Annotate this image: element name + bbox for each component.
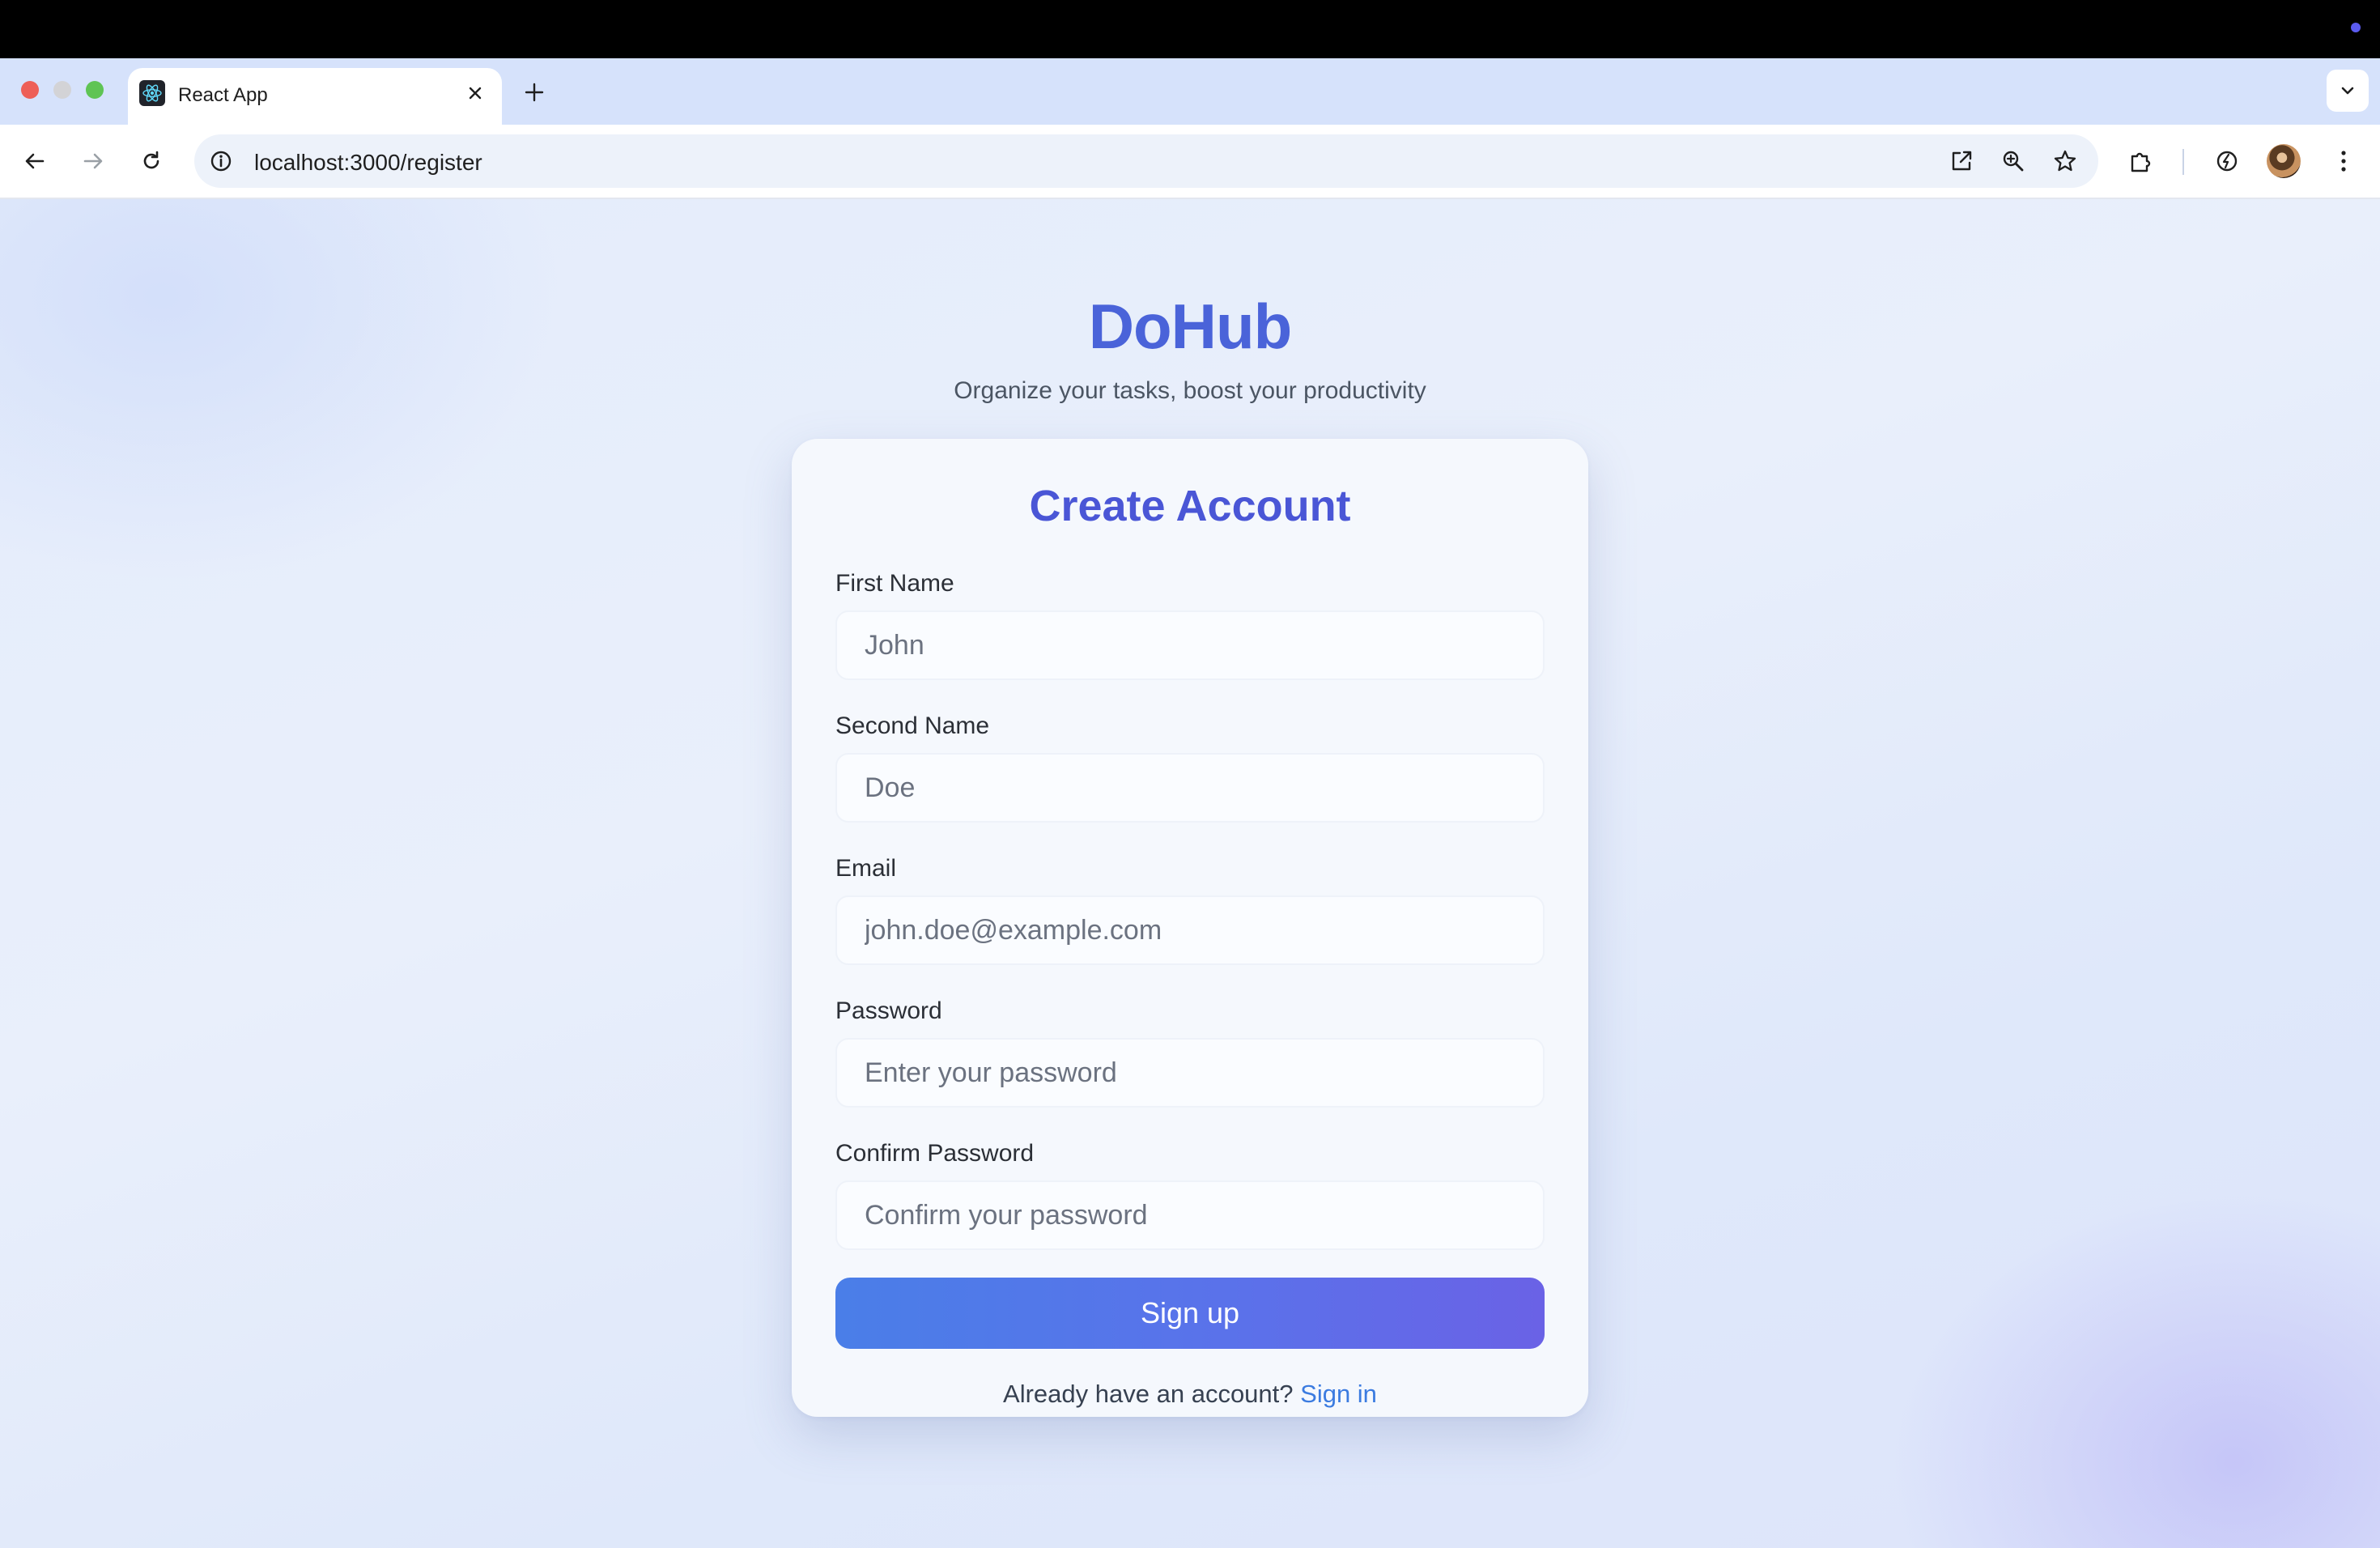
signin-prompt-text: Already have an account? — [1003, 1380, 1294, 1408]
browser-toolbar: localhost:3000/register — [0, 125, 2380, 199]
sign-in-link[interactable]: Sign in — [1300, 1380, 1377, 1408]
sign-up-button[interactable]: Sign up — [835, 1278, 1545, 1349]
browser-tab[interactable]: React App — [128, 68, 502, 125]
first-name-input[interactable] — [835, 610, 1545, 680]
email-label: Email — [835, 855, 897, 882]
site-info-icon[interactable] — [206, 146, 236, 176]
app-logo-title: DoHub — [1088, 291, 1293, 362]
confirm-password-input[interactable] — [835, 1180, 1545, 1250]
password-label: Password — [835, 997, 942, 1024]
extensions-puzzle-icon[interactable] — [2123, 142, 2160, 180]
page-background: DoHub Organize your tasks, boost your pr… — [0, 199, 2380, 1548]
tab-title: React App — [178, 84, 268, 106]
password-input[interactable] — [835, 1038, 1545, 1108]
react-favicon-icon — [139, 80, 165, 106]
first-name-label: First Name — [835, 570, 954, 597]
os-menu-bar — [0, 0, 2380, 58]
bookmark-star-icon[interactable] — [2050, 146, 2080, 176]
confirm-password-label: Confirm Password — [835, 1140, 1035, 1167]
open-in-app-icon[interactable] — [1946, 146, 1977, 176]
toolbar-divider — [2182, 149, 2184, 175]
email-input[interactable] — [835, 895, 1545, 965]
zoom-icon[interactable] — [1998, 146, 2029, 176]
minimize-window-button[interactable] — [53, 81, 71, 99]
status-dot-icon — [2351, 23, 2361, 32]
forward-arrow-icon[interactable] — [74, 142, 112, 180]
kebab-menu-icon[interactable] — [2325, 142, 2362, 180]
back-arrow-icon[interactable] — [16, 142, 53, 180]
register-form: Create Account First Name Second Name Em… — [792, 439, 1588, 1417]
address-bar[interactable]: localhost:3000/register — [194, 134, 2098, 188]
url-text: localhost:3000/register — [254, 150, 482, 175]
form-title: Create Account — [1029, 482, 1351, 530]
second-name-input[interactable] — [835, 753, 1545, 823]
profile-avatar[interactable] — [2267, 144, 2301, 178]
close-window-button[interactable] — [21, 81, 39, 99]
close-tab-icon[interactable] — [463, 81, 487, 105]
signin-prompt: Already have an account? Sign in — [792, 1380, 1588, 1409]
reload-icon[interactable] — [133, 142, 170, 180]
tab-search-chevron-icon[interactable] — [2327, 70, 2369, 112]
performance-icon[interactable] — [2208, 142, 2246, 180]
app-tagline: Organize your tasks, boost your producti… — [954, 377, 1426, 404]
second-name-label: Second Name — [835, 712, 990, 739]
maximize-window-button[interactable] — [86, 81, 104, 99]
new-tab-plus-icon[interactable] — [520, 78, 549, 107]
